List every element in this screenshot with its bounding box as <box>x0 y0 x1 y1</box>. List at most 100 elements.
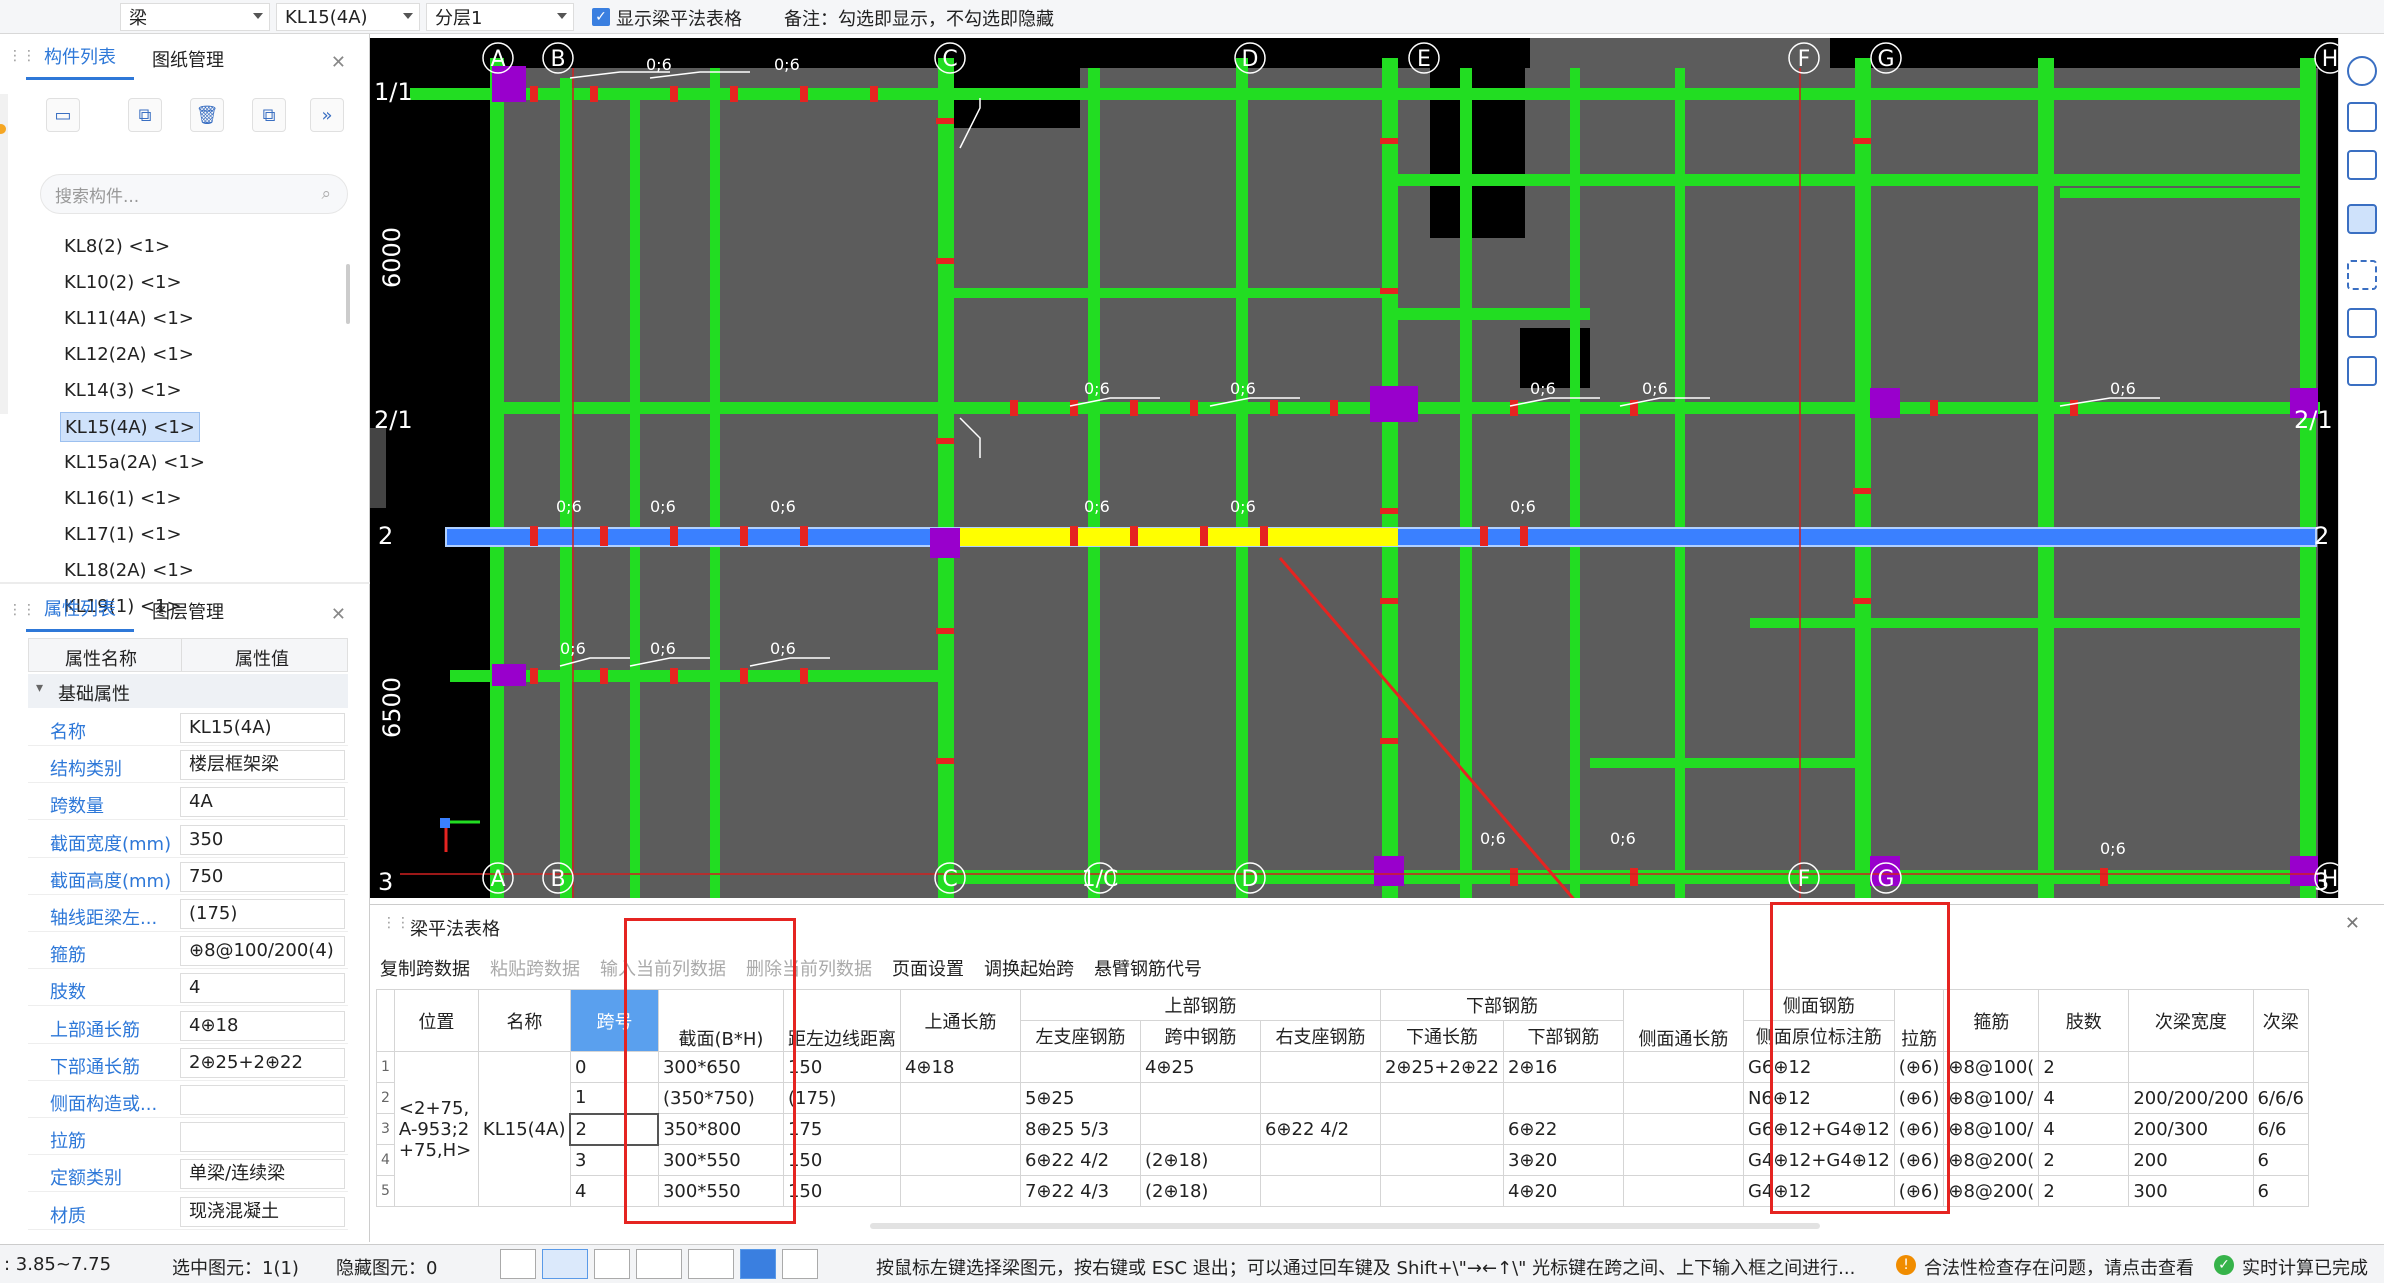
warning-icon[interactable]: ! <box>1896 1255 1916 1275</box>
property-value[interactable]: 750 <box>180 861 345 892</box>
close-icon[interactable]: ✕ <box>331 52 346 73</box>
paste-span-button[interactable]: 粘贴跨数据 <box>490 955 580 981</box>
property-row[interactable]: 名称 KL15(4A) <box>28 710 348 746</box>
property-value[interactable]: ⊕8@100/200(4) <box>180 936 345 967</box>
component-list-item[interactable]: KL14(3) <1> <box>60 376 186 406</box>
cell-bot-cont[interactable] <box>1379 1175 1504 1207</box>
drag-grip-icon[interactable]: ⋮⋮ <box>8 603 36 617</box>
cell-more[interactable] <box>2252 1051 2310 1083</box>
tab-drawing-manage[interactable]: 图纸管理 <box>134 46 242 80</box>
cell-more[interactable]: 6 <box>2252 1144 2310 1176</box>
cell-top-cont[interactable]: 4⊕18 <box>899 1051 1021 1083</box>
cell-bot[interactable]: 3⊕20 <box>1502 1144 1624 1176</box>
component-list-item[interactable]: KL16(1) <1> <box>60 484 186 514</box>
cell-edge[interactable]: 150 <box>782 1144 901 1176</box>
solid-view-icon[interactable] <box>2347 204 2377 234</box>
cell-side-cont-blank[interactable] <box>1622 1082 1744 1114</box>
property-value[interactable]: 4 <box>180 973 345 1004</box>
property-value[interactable] <box>180 1122 345 1153</box>
property-row[interactable]: 定额类别 单梁/连续梁 <box>28 1156 348 1193</box>
delete-icon[interactable]: 🗑 <box>190 98 224 132</box>
orbit-icon[interactable] <box>2347 56 2377 86</box>
component-list-item[interactable]: KL15(4A) <1> <box>60 412 200 442</box>
layer-view-icon[interactable] <box>2347 308 2377 338</box>
property-row[interactable]: 上部通长筋 4⊕18 <box>28 1008 348 1044</box>
property-value[interactable]: 4⊕18 <box>180 1010 345 1041</box>
cell-right[interactable] <box>1259 1051 1381 1083</box>
drawing-canvas[interactable]: 0;6 0;6 0;6 0;6 0;6 0;6 0;6 0;6 0;6 0;6 … <box>370 38 2338 898</box>
cell-edge[interactable]: (175) <box>782 1082 901 1114</box>
cell-more[interactable]: 6/6 <box>2252 1113 2310 1145</box>
list-scrollbar[interactable] <box>346 264 350 324</box>
cell-legs[interactable]: 2 <box>2038 1051 2130 1083</box>
property-value[interactable]: 单梁/连续梁 <box>180 1159 345 1190</box>
cell-mid[interactable]: (2⊕18) <box>1139 1175 1261 1207</box>
close-icon[interactable]: ✕ <box>331 604 346 625</box>
property-value[interactable]: (175) <box>180 899 345 929</box>
cell-top-cont[interactable] <box>899 1113 1021 1145</box>
component-list-item[interactable]: KL10(2) <1> <box>60 268 186 298</box>
cell-stirrup[interactable]: ⊕8@100/ <box>1943 1082 2040 1114</box>
cell-side-cont-blank[interactable] <box>1622 1051 1744 1083</box>
show-table-checkbox[interactable]: ✓ <box>592 8 610 26</box>
property-row[interactable]: 箍筋 ⊕8@100/200(4) <box>28 933 348 970</box>
highlighted-span[interactable] <box>946 528 1398 546</box>
property-row[interactable]: 轴线距梁左... (175) <box>28 896 348 932</box>
cell-right[interactable]: 6⊕22 4/2 <box>1259 1113 1381 1145</box>
cell-left[interactable]: 8⊕25 5/3 <box>1019 1113 1141 1145</box>
snap-icon[interactable] <box>740 1249 776 1279</box>
cell-legs[interactable]: 2 <box>2038 1144 2130 1176</box>
duplicate-icon[interactable]: ⧉ <box>252 98 286 132</box>
cell-edge[interactable]: 150 <box>782 1051 901 1083</box>
component-list-item[interactable]: KL15a(2A) <1> <box>60 448 209 478</box>
cell-top-cont[interactable] <box>899 1144 1021 1176</box>
cell-side-cont-blank[interactable] <box>1622 1175 1744 1207</box>
horizontal-scrollbar[interactable] <box>870 1223 1820 1229</box>
property-row[interactable]: 下部通长筋 2⊕25+2⊕22 <box>28 1045 348 1081</box>
cell-secw[interactable] <box>2128 1051 2254 1083</box>
cell-secw[interactable]: 200 <box>2128 1144 2254 1176</box>
cell-side-cont-blank[interactable] <box>1622 1144 1744 1176</box>
page-setup-button[interactable]: 页面设置 <box>892 955 964 981</box>
copy-icon[interactable]: ⧉ <box>128 98 162 132</box>
arc-icon[interactable] <box>782 1249 818 1279</box>
collapse-triangle-icon[interactable]: ▾ <box>36 680 43 696</box>
new-component-icon[interactable]: ▭ <box>46 98 80 132</box>
cantilever-code-button[interactable]: 悬臂钢筋代号 <box>1094 955 1202 981</box>
warning-link[interactable]: 合法性检查存在问题，请点击查看 <box>1924 1254 2194 1280</box>
cell-legs[interactable]: 4 <box>2038 1113 2130 1145</box>
fit-view-icon[interactable] <box>2347 260 2377 290</box>
tab-property-list[interactable]: 属性列表 <box>26 595 134 632</box>
collapse-panel-handle[interactable] <box>370 428 386 508</box>
cell-mid[interactable]: 4⊕25 <box>1139 1051 1261 1083</box>
property-row[interactable]: 截面高度(mm) 750 <box>28 859 348 895</box>
property-row[interactable]: 侧面构造或... <box>28 1082 348 1118</box>
drag-grip-icon[interactable]: ⋮⋮ <box>8 49 36 63</box>
cell-stirrup[interactable]: ⊕8@200( <box>1943 1144 2040 1176</box>
property-value[interactable]: 楼层框架梁 <box>180 750 345 781</box>
cell-edge[interactable]: 175 <box>782 1113 901 1145</box>
cell-legs[interactable]: 4 <box>2038 1082 2130 1114</box>
cell-stirrup[interactable]: ⊕8@200( <box>1943 1175 2040 1207</box>
beam-drawing[interactable]: 0;6 0;6 0;6 0;6 0;6 0;6 0;6 0;6 0;6 0;6 … <box>370 38 2338 898</box>
cell-top-cont[interactable] <box>899 1082 1021 1114</box>
property-row[interactable]: 材质 现浇混凝土 <box>28 1194 348 1230</box>
property-row[interactable]: 结构类别 楼层框架梁 <box>28 747 348 784</box>
component-list-item[interactable]: KL12(2A) <1> <box>60 340 198 370</box>
cross-icon[interactable] <box>594 1249 630 1279</box>
property-row[interactable]: 截面宽度(mm) 350 <box>28 822 348 858</box>
property-value[interactable]: 4A <box>180 787 345 818</box>
layer-dropdown[interactable]: 分层1 <box>426 3 574 31</box>
offset-icon[interactable] <box>688 1249 734 1279</box>
cell-bot[interactable]: 6⊕22 <box>1502 1113 1624 1145</box>
cell-secw[interactable]: 300 <box>2128 1175 2254 1207</box>
cell-bot-cont[interactable] <box>1379 1082 1504 1114</box>
cell-mid[interactable] <box>1139 1113 1261 1145</box>
property-value[interactable]: 现浇混凝土 <box>180 1196 345 1227</box>
property-row[interactable]: 肢数 4 <box>28 970 348 1007</box>
cell-right[interactable] <box>1259 1082 1381 1114</box>
cell-edge[interactable]: 150 <box>782 1175 901 1207</box>
property-value[interactable]: 350 <box>180 824 345 855</box>
more-icon[interactable]: » <box>310 98 344 132</box>
search-input[interactable]: 搜索构件... ⌕ <box>40 174 348 214</box>
